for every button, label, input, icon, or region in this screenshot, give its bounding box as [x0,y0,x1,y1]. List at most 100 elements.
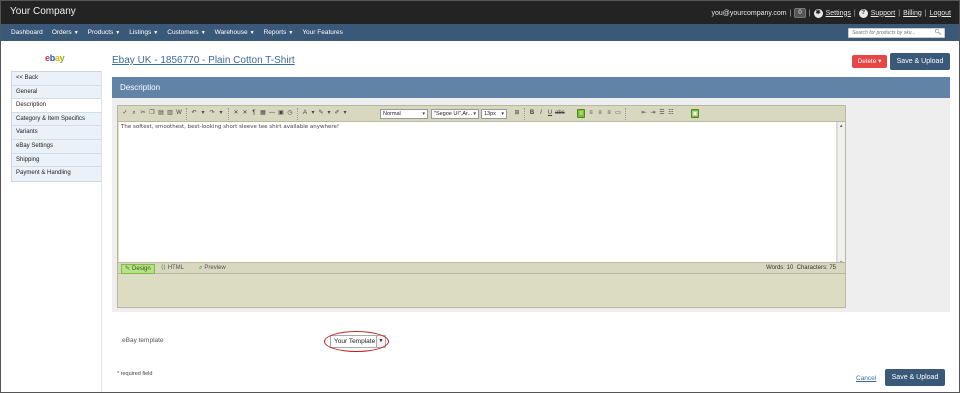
nav-label: Listings [129,29,152,36]
page-title[interactable]: Ebay UK - 1856770 - Plain Cotton T-Shirt [112,55,295,66]
toolbar-separator [524,108,527,120]
user-email: you@yourcompany.com [711,9,787,17]
app-window: Your Company you@yourcompany.com | 0 | ✱… [0,0,960,393]
tab-html[interactable]: ⟨⟩ HTML [158,264,187,274]
tab-design[interactable]: ✎ Design [121,264,155,274]
settings-link[interactable]: Settings [826,10,851,17]
editor-scrollbar[interactable]: ▲ ▼ [837,122,845,266]
nav-item-orders[interactable]: Orders ▼ [52,29,79,36]
chevron-down-icon: ▼ [472,111,477,116]
italic-icon[interactable]: I [537,109,545,118]
nav-item-warehouse[interactable]: Warehouse ▼ [215,29,255,36]
redo-icon[interactable]: ↷ [208,109,216,118]
redo-dropdown-icon[interactable]: ▾ [217,109,225,118]
sidebar-item-shipping[interactable]: Shipping [12,153,101,168]
block-icon[interactable]: ▭ [614,109,622,118]
nav-item-dashboard[interactable]: Dashboard [11,29,43,36]
billing-link[interactable]: Billing [903,10,922,17]
nav-item-listings[interactable]: Listings ▼ [129,29,158,36]
spellcheck-icon[interactable]: ✓ [121,109,129,118]
justify-icon[interactable]: ≡ [605,109,613,118]
align-left-icon[interactable]: ≡ [577,109,585,118]
highlight-icon[interactable]: ✎ [317,109,325,118]
description-panel-header: Description [112,77,950,98]
separator: | [789,9,792,17]
undo-icon[interactable]: ↶ [190,109,198,118]
cut-icon[interactable]: ✂ [139,109,147,118]
product-search-input[interactable] [848,28,945,38]
logout-link[interactable]: Logout [930,10,951,17]
nav-item-reports[interactable]: Reports ▼ [264,29,294,36]
outdent-icon[interactable]: ⇤ [640,109,648,118]
source-toggle-icon[interactable]: ▣ [691,109,699,118]
highlight-dropdown-icon[interactable]: ▾ [325,109,333,118]
style-icon[interactable]: ✐ [333,109,341,118]
insert-table-icon[interactable]: ▦ [259,109,267,118]
sidebar-item-general[interactable]: General [12,85,101,100]
insert-date-icon[interactable]: ◷ [286,109,294,118]
align-right-icon[interactable]: ≡ [596,109,604,118]
undo-dropdown-icon[interactable]: ▾ [199,109,207,118]
ordered-list-icon[interactable]: ☰ [658,109,666,118]
save-upload-button-top[interactable]: Save & Upload [890,53,950,70]
sidebar-item-description[interactable]: Description [12,99,101,113]
scroll-up-icon[interactable]: ▲ [839,123,843,128]
nav-item-your-features[interactable]: Your Features [302,29,343,36]
tab-label: Design [132,266,151,272]
nav-label: Products [87,29,114,36]
bold-icon[interactable]: B [528,109,536,118]
paste-word-icon[interactable]: W [175,109,183,118]
search-icon[interactable]: 🔍︎ [934,29,942,36]
nav-item-customers[interactable]: Customers ▼ [167,29,205,36]
sidebar-item-variants[interactable]: Variants [12,126,101,140]
nav-label: Customers [167,29,199,36]
underline-icon[interactable]: U [546,109,554,118]
tab-preview[interactable]: ⌕ Preview [196,264,229,274]
copy-icon[interactable]: ❐ [148,109,156,118]
editor-toolbar: ✓ ⌕ ✂ ❐ ▤ ▥ W ↶ ▾ ↷ ▾ ✕ ✕ ¶ ▦ ― ▣ ◷ A ▾ … [118,106,845,122]
magnifier-icon: ⌕ [199,265,203,271]
delete-button[interactable]: Delete ▾ [852,55,887,68]
notification-badge[interactable]: 0 [794,8,806,18]
remove-format-icon[interactable]: ✕ [232,109,240,118]
paragraph-icon[interactable]: ¶ [250,109,258,118]
sidebar-item-payment[interactable]: Payment & Handling [12,167,101,181]
cancel-link[interactable]: Cancel [856,375,876,382]
nav-item-products[interactable]: Products ▼ [88,29,121,36]
paste-text-icon[interactable]: ▥ [166,109,174,118]
sidebar-item-back[interactable]: << Back [12,72,101,86]
rich-text-editor: ✓ ⌕ ✂ ❐ ▤ ▥ W ↶ ▾ ↷ ▾ ✕ ✕ ¶ ▦ ― ▣ ◷ A ▾ … [117,105,846,308]
separator: | [924,9,927,17]
word-char-counter: Words: 10 Characters: 75 [766,265,836,271]
caret-down-icon: ▼ [115,30,121,36]
insert-image-icon[interactable]: ▣ [277,109,285,118]
sidebar-item-category[interactable]: Category & Item Specifics [12,112,101,127]
format-value: Normal [383,111,401,117]
unordered-list-icon[interactable]: ☷ [667,109,675,118]
sidebar-item-ebay-settings[interactable]: eBay Settings [12,139,101,154]
nav-label: Reports [263,29,287,36]
code-icon: ⟨⟩ [161,265,166,271]
strikethrough-icon[interactable]: abc [555,109,565,118]
font-color-dropdown-icon[interactable]: ▾ [309,109,317,118]
format-select[interactable]: Normal ▼ [380,109,428,119]
editor-content-area[interactable]: The softest, smoothest, best-looking sho… [119,122,836,266]
paste-icon[interactable]: ▤ [157,109,165,118]
find-icon[interactable]: ⌕ [130,109,138,118]
toolbar-separator [625,108,628,120]
main-nav: Dashboard Orders ▼ Products ▼ Listings ▼ Cu… [1,24,959,41]
indent-icon[interactable]: ⇥ [649,109,657,118]
clear-styles-icon[interactable]: ✕ [241,109,249,118]
align-center-icon[interactable]: ≡ [587,109,595,118]
nav-label: Your Features [302,29,343,36]
insert-link-icon[interactable]: ⊞ [513,109,521,118]
save-upload-button-bottom[interactable]: Save & Upload [885,369,945,386]
style-dropdown-icon[interactable]: ▾ [341,109,349,118]
font-color-icon[interactable]: A [301,109,309,118]
divider [101,71,102,392]
font-size-select[interactable]: 13px ▼ [481,109,507,119]
caret-down-icon: ▼ [73,30,79,36]
horizontal-rule-icon[interactable]: ― [268,109,276,118]
font-family-select[interactable]: "Segoe UI",Ar... ▼ [431,109,479,119]
support-link[interactable]: Support [871,10,896,17]
